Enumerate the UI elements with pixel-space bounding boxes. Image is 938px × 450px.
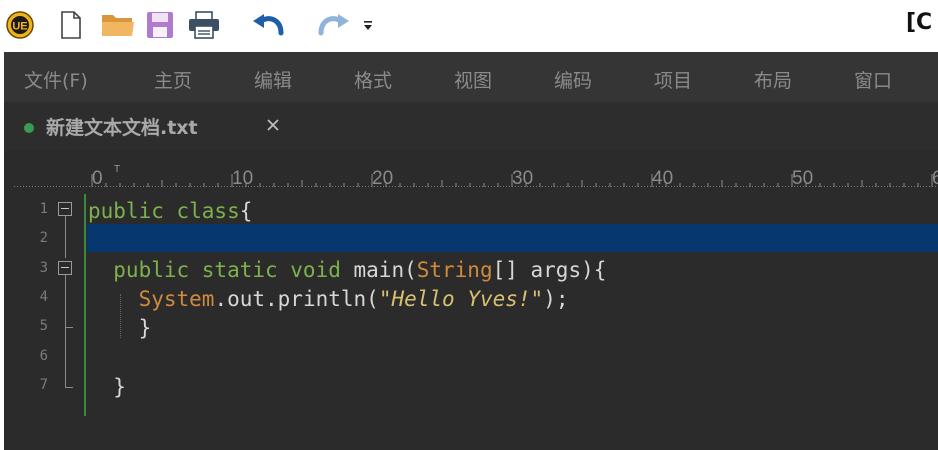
ruler-label: 30 (512, 168, 533, 189)
code-token: System (138, 287, 215, 311)
ruler-label: 10 (232, 168, 253, 189)
menu-coding[interactable]: 编码 (554, 66, 592, 93)
app-logo-text: UE (12, 21, 27, 33)
redo-icon[interactable] (316, 6, 352, 44)
close-icon[interactable] (260, 112, 286, 138)
line-number: 4 (39, 289, 48, 305)
quick-access-toolbar: UE [C (0, 0, 938, 52)
editor-window: 文件(F) 主页 编辑 格式 视图 编码 项目 布局 窗口 新建文本文档.txt… (4, 52, 938, 450)
line-number: 5 (39, 318, 48, 334)
code-token: public class (88, 199, 240, 223)
line-number: 6 (39, 348, 48, 364)
line-number: 7 (39, 377, 48, 393)
code-token: .out.println( (214, 287, 379, 311)
ruler-scale: 0 10 20 30 40 50 6 T (14, 164, 938, 189)
fold-guide (65, 216, 66, 258)
tab-label: 新建文本文档.txt (46, 117, 198, 139)
ruler-label: 0 (92, 168, 103, 189)
code-token: main( (353, 258, 417, 282)
current-line-highlight (87, 224, 938, 252)
ruler-label: 20 (372, 168, 393, 189)
code-line-7[interactable]: } (88, 372, 126, 402)
ruler-label: 50 (792, 168, 813, 189)
code-token: [] args){ (492, 258, 607, 282)
line-number-gutter: 1 2 3 4 5 6 7 (4, 194, 84, 450)
tab-stop-marker-icon: T (114, 164, 120, 175)
menu-file[interactable]: 文件(F) (24, 66, 88, 93)
ruler-label: 40 (652, 168, 673, 189)
tab-status-dot-icon (24, 123, 34, 133)
fold-end-marker (65, 387, 73, 388)
line-number: 2 (39, 230, 48, 246)
undo-icon[interactable] (250, 6, 286, 44)
code-editor[interactable]: 1 2 3 4 5 6 7 public class{ public stati… (4, 194, 938, 450)
code-token: String (416, 258, 493, 282)
code-token: "Hello Yves!" (378, 287, 544, 311)
ruler-label: 6 (932, 168, 938, 189)
menu-bar: 文件(F) 主页 编辑 格式 视图 编码 项目 布局 窗口 (4, 52, 938, 102)
code-line-5[interactable]: } (88, 313, 152, 343)
menu-layout[interactable]: 布局 (754, 66, 792, 93)
menu-project[interactable]: 项目 (654, 66, 692, 93)
code-token: ); (543, 287, 569, 311)
fold-end-marker (65, 327, 73, 328)
gutter-separator (84, 194, 86, 416)
app-logo-icon[interactable]: UE (4, 6, 36, 44)
fold-collapse-icon[interactable] (58, 261, 72, 275)
line-number: 1 (39, 201, 48, 217)
menu-format[interactable]: 格式 (354, 66, 392, 93)
line-number: 3 (39, 260, 48, 276)
new-file-icon[interactable] (56, 6, 86, 44)
print-icon[interactable] (186, 6, 222, 44)
fold-collapse-icon[interactable] (58, 202, 72, 216)
code-token: { (239, 199, 253, 223)
fold-guide (65, 275, 66, 387)
code-token: } (88, 375, 126, 399)
customize-toolbar-dropdown-icon[interactable] (358, 6, 378, 44)
code-token: public static void (88, 258, 354, 282)
menu-home[interactable]: 主页 (154, 66, 192, 93)
column-ruler: 0 10 20 30 40 50 6 T (4, 150, 938, 194)
save-icon[interactable] (144, 6, 176, 44)
code-line-3[interactable]: public static void main(String[] args){ (88, 255, 606, 285)
menu-edit[interactable]: 编辑 (254, 66, 292, 93)
code-line-1[interactable]: public class{ (88, 196, 252, 226)
code-token: } (88, 316, 152, 340)
open-folder-icon[interactable] (100, 6, 136, 44)
document-tab-bar: 新建文本文档.txt (4, 102, 938, 150)
code-line-4[interactable]: System.out.println("Hello Yves!"); (88, 284, 569, 314)
window-title-fragment: [C (906, 10, 933, 35)
menu-window[interactable]: 窗口 (854, 66, 892, 93)
menu-view[interactable]: 视图 (454, 66, 492, 93)
